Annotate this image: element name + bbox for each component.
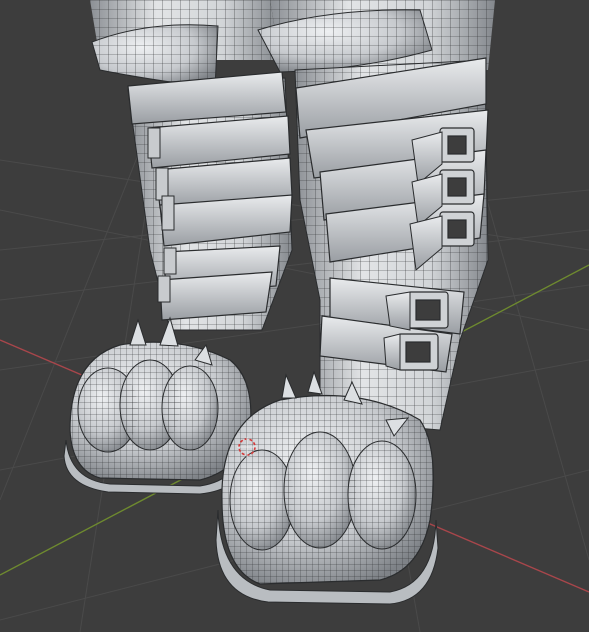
3d-viewport[interactable] [0, 0, 589, 632]
viewport-canvas[interactable] [0, 0, 589, 632]
